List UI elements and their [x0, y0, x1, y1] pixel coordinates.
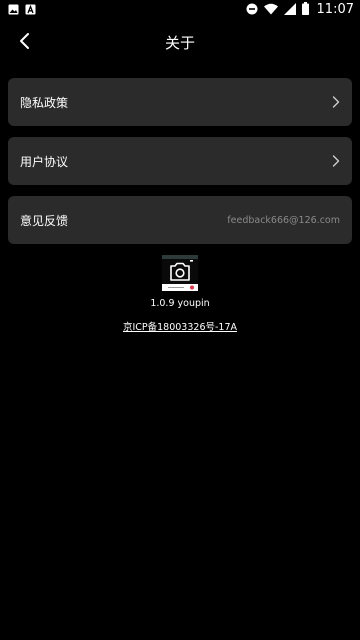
menu-item-label: 用户协议 [20, 154, 69, 169]
status-right: 11:07 [246, 0, 354, 19]
chevron-right-icon [332, 155, 340, 167]
camera-icon [162, 255, 198, 291]
wifi-icon [263, 0, 278, 19]
status-bar: 11:07 [0, 0, 360, 18]
status-time: 11:07 [316, 1, 354, 17]
status-left [8, 0, 36, 19]
do-not-disturb-icon [246, 0, 258, 19]
app-bar: 关于 [0, 18, 360, 66]
app-version: 1.0.9 youpin [150, 298, 210, 309]
text-a-icon [25, 0, 36, 19]
menu-item-label: 意见反馈 [20, 213, 69, 228]
user-agreement-item[interactable]: 用户协议 [8, 137, 352, 185]
image-icon [8, 0, 19, 19]
app-logo [162, 255, 198, 291]
back-button[interactable] [10, 28, 40, 58]
battery-icon [301, 0, 309, 19]
page-title: 关于 [164, 33, 195, 52]
feedback-item[interactable]: 意见反馈 feedback666@126.com [8, 196, 352, 244]
menu-item-label: 隐私政策 [20, 95, 69, 110]
signal-icon [283, 0, 296, 19]
chevron-right-icon [332, 96, 340, 108]
privacy-policy-item[interactable]: 隐私政策 [8, 78, 352, 126]
chevron-left-icon [18, 32, 32, 54]
icp-license-link[interactable]: 京ICP备18003326号-17A [0, 319, 360, 333]
feedback-email[interactable]: feedback666@126.com [227, 215, 340, 226]
